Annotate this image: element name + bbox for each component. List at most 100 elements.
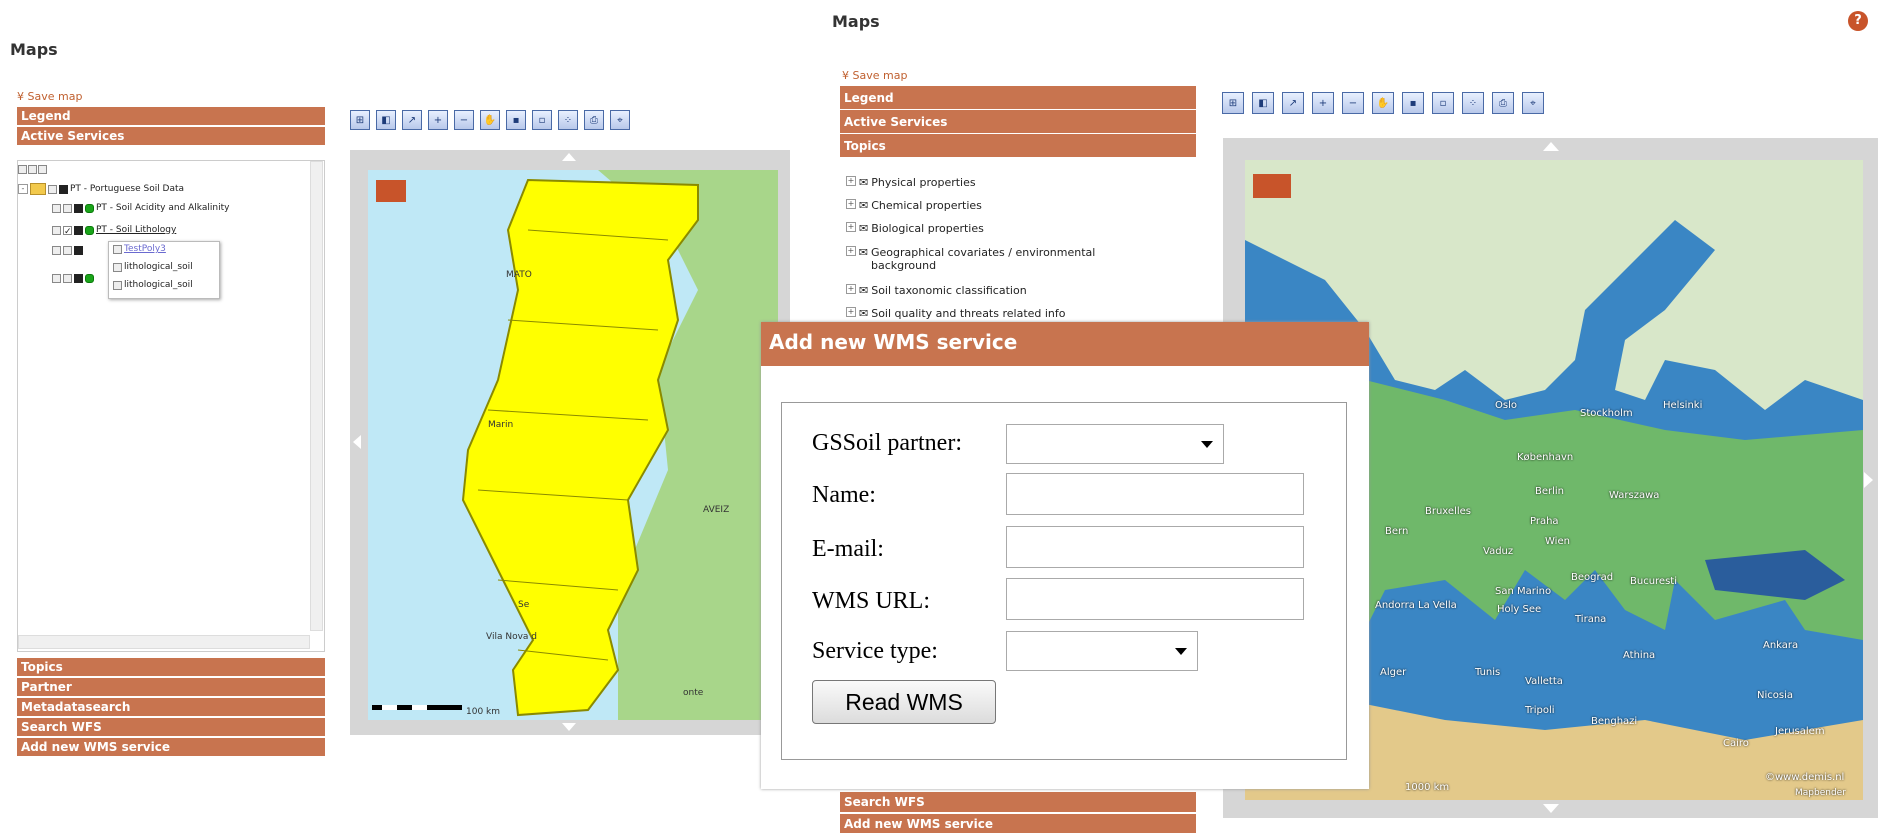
info-icon[interactable]: [74, 203, 83, 213]
left-section-add-wms[interactable]: Add new WMS service: [17, 738, 325, 757]
topic-item[interactable]: + ✉ Soil taxonomic classification: [846, 284, 1027, 297]
expand-icon[interactable]: +: [846, 176, 856, 186]
pan-south-arrow[interactable]: [562, 723, 576, 731]
info-icon[interactable]: [74, 273, 83, 283]
query-checkbox[interactable]: [63, 273, 72, 283]
info-icon[interactable]: [74, 225, 83, 235]
print-icon[interactable]: ⎙: [584, 110, 604, 130]
tree-vertical-scrollbar[interactable]: [310, 161, 323, 631]
remove-icon[interactable]: [38, 165, 47, 174]
left-save-map-link[interactable]: ¥ Save map: [17, 90, 82, 103]
pan-north-arrow[interactable]: [1543, 142, 1559, 151]
visibility-checkbox[interactable]: [52, 273, 61, 283]
email-field[interactable]: [1006, 526, 1304, 568]
tree-node-portuguese-soil[interactable]: - PT - Portuguese Soil Data: [18, 183, 184, 195]
selection-icon[interactable]: ⁘: [558, 110, 578, 130]
feature-info-icon[interactable]: ▪: [506, 110, 526, 130]
right-section-topics[interactable]: Topics: [840, 134, 1196, 158]
coords-icon[interactable]: ⌖: [1522, 92, 1544, 114]
popup-item[interactable]: TestPoly3: [113, 244, 166, 254]
topic-item[interactable]: + ✉ Chemical properties: [846, 199, 982, 212]
left-section-metadatasearch[interactable]: Metadatasearch: [17, 698, 325, 717]
zoom-out-icon[interactable]: −: [1342, 92, 1364, 114]
pan-icon[interactable]: ✋: [1372, 92, 1394, 114]
left-section-active-services[interactable]: Active Services: [17, 127, 325, 146]
move-down-icon[interactable]: [28, 165, 37, 174]
tree-horizontal-scrollbar[interactable]: [18, 635, 310, 649]
print-icon[interactable]: ⎙: [1492, 92, 1514, 114]
measure-icon[interactable]: ▫: [1432, 92, 1454, 114]
info-icon[interactable]: [74, 246, 83, 255]
topic-item[interactable]: + ✉ Physical properties: [846, 176, 976, 189]
back-icon[interactable]: ◧: [376, 110, 396, 130]
right-section-search-wfs[interactable]: Search WFS: [840, 792, 1196, 813]
topic-item[interactable]: + ✉ Geographical covariates / environmenta…: [846, 246, 1156, 272]
portugal-map: [368, 170, 778, 720]
name-field[interactable]: [1006, 473, 1304, 515]
right-section-add-wms[interactable]: Add new WMS service: [840, 814, 1196, 834]
zoom-box-icon[interactable]: ↗: [1282, 92, 1304, 114]
left-section-search-wfs[interactable]: Search WFS: [17, 718, 325, 737]
zoom-out-icon[interactable]: −: [454, 110, 474, 130]
tree-node-row[interactable]: [52, 246, 83, 255]
expand-icon[interactable]: +: [846, 199, 856, 209]
pan-north-arrow[interactable]: [562, 153, 576, 161]
feature-info-icon[interactable]: ▪: [1402, 92, 1424, 114]
left-map-canvas[interactable]: MATO Marin AVEIZ Vila Nova d Se onte 100…: [368, 170, 778, 720]
visibility-checkbox[interactable]: [52, 203, 61, 213]
right-save-map-link[interactable]: ¥ Save map: [842, 69, 907, 82]
expand-icon[interactable]: +: [846, 284, 856, 294]
query-checkbox[interactable]: [63, 246, 72, 255]
map-label: onte: [683, 688, 704, 698]
partner-select[interactable]: [1006, 424, 1224, 464]
dialog-title: Add new WMS service: [761, 322, 1369, 366]
collapse-icon[interactable]: -: [18, 184, 28, 194]
right-section-active-services[interactable]: Active Services: [840, 110, 1196, 134]
chevron-down-icon: [1175, 648, 1187, 655]
tree-node-acidity[interactable]: PT - Soil Acidity and Alkalinity: [52, 203, 229, 213]
topic-label: Physical properties: [871, 176, 976, 189]
map-scale-label: 1000 km: [1405, 782, 1450, 793]
pan-icon[interactable]: ✋: [480, 110, 500, 130]
query-checkbox[interactable]: [63, 203, 72, 213]
tree-node-lithology[interactable]: ✓ PT - Soil Lithology: [52, 225, 176, 237]
zoom-box-icon[interactable]: ↗: [402, 110, 422, 130]
zoom-full-icon[interactable]: ⊞: [350, 110, 370, 130]
zoom-full-icon[interactable]: ⊞: [1222, 92, 1244, 114]
wms-url-field[interactable]: [1006, 578, 1304, 620]
pan-west-arrow[interactable]: [353, 435, 361, 449]
move-up-icon[interactable]: [18, 165, 27, 174]
city-label: Holy See: [1497, 604, 1542, 615]
layer-status-icon: [85, 203, 94, 213]
layer-icon: [113, 244, 122, 254]
city-label: Helsinki: [1663, 400, 1703, 411]
visibility-checkbox[interactable]: [52, 246, 61, 255]
query-checkbox-checked[interactable]: ✓: [63, 225, 72, 237]
zoom-in-icon[interactable]: +: [1312, 92, 1334, 114]
topic-item[interactable]: + ✉ Biological properties: [846, 222, 984, 235]
help-icon[interactable]: ?: [1848, 11, 1868, 31]
expand-icon[interactable]: +: [846, 307, 856, 317]
left-section-partner[interactable]: Partner: [17, 678, 325, 697]
service-type-label: Service type:: [812, 638, 938, 664]
back-icon[interactable]: ◧: [1252, 92, 1274, 114]
info-icon[interactable]: [59, 184, 68, 194]
zoom-in-icon[interactable]: +: [428, 110, 448, 130]
expand-icon[interactable]: +: [846, 246, 856, 256]
read-wms-button[interactable]: Read WMS: [812, 680, 996, 724]
visibility-checkbox[interactable]: [52, 225, 61, 235]
topic-item[interactable]: + ✉ Soil quality and threats related info: [846, 307, 1066, 320]
visibility-checkbox[interactable]: [48, 184, 57, 194]
measure-icon[interactable]: ▫: [532, 110, 552, 130]
service-type-select[interactable]: [1006, 631, 1198, 671]
selection-icon[interactable]: ⁘: [1462, 92, 1484, 114]
right-section-legend[interactable]: Legend: [840, 86, 1196, 110]
left-section-topics[interactable]: Topics: [17, 658, 325, 677]
popup-item[interactable]: lithological_soil: [113, 280, 193, 290]
pan-south-arrow[interactable]: [1543, 804, 1559, 813]
popup-item[interactable]: lithological_soil: [113, 262, 193, 272]
left-section-legend[interactable]: Legend: [17, 107, 325, 126]
expand-icon[interactable]: +: [846, 222, 856, 232]
coords-icon[interactable]: ⌖: [610, 110, 630, 130]
pan-east-arrow[interactable]: [1864, 472, 1873, 488]
